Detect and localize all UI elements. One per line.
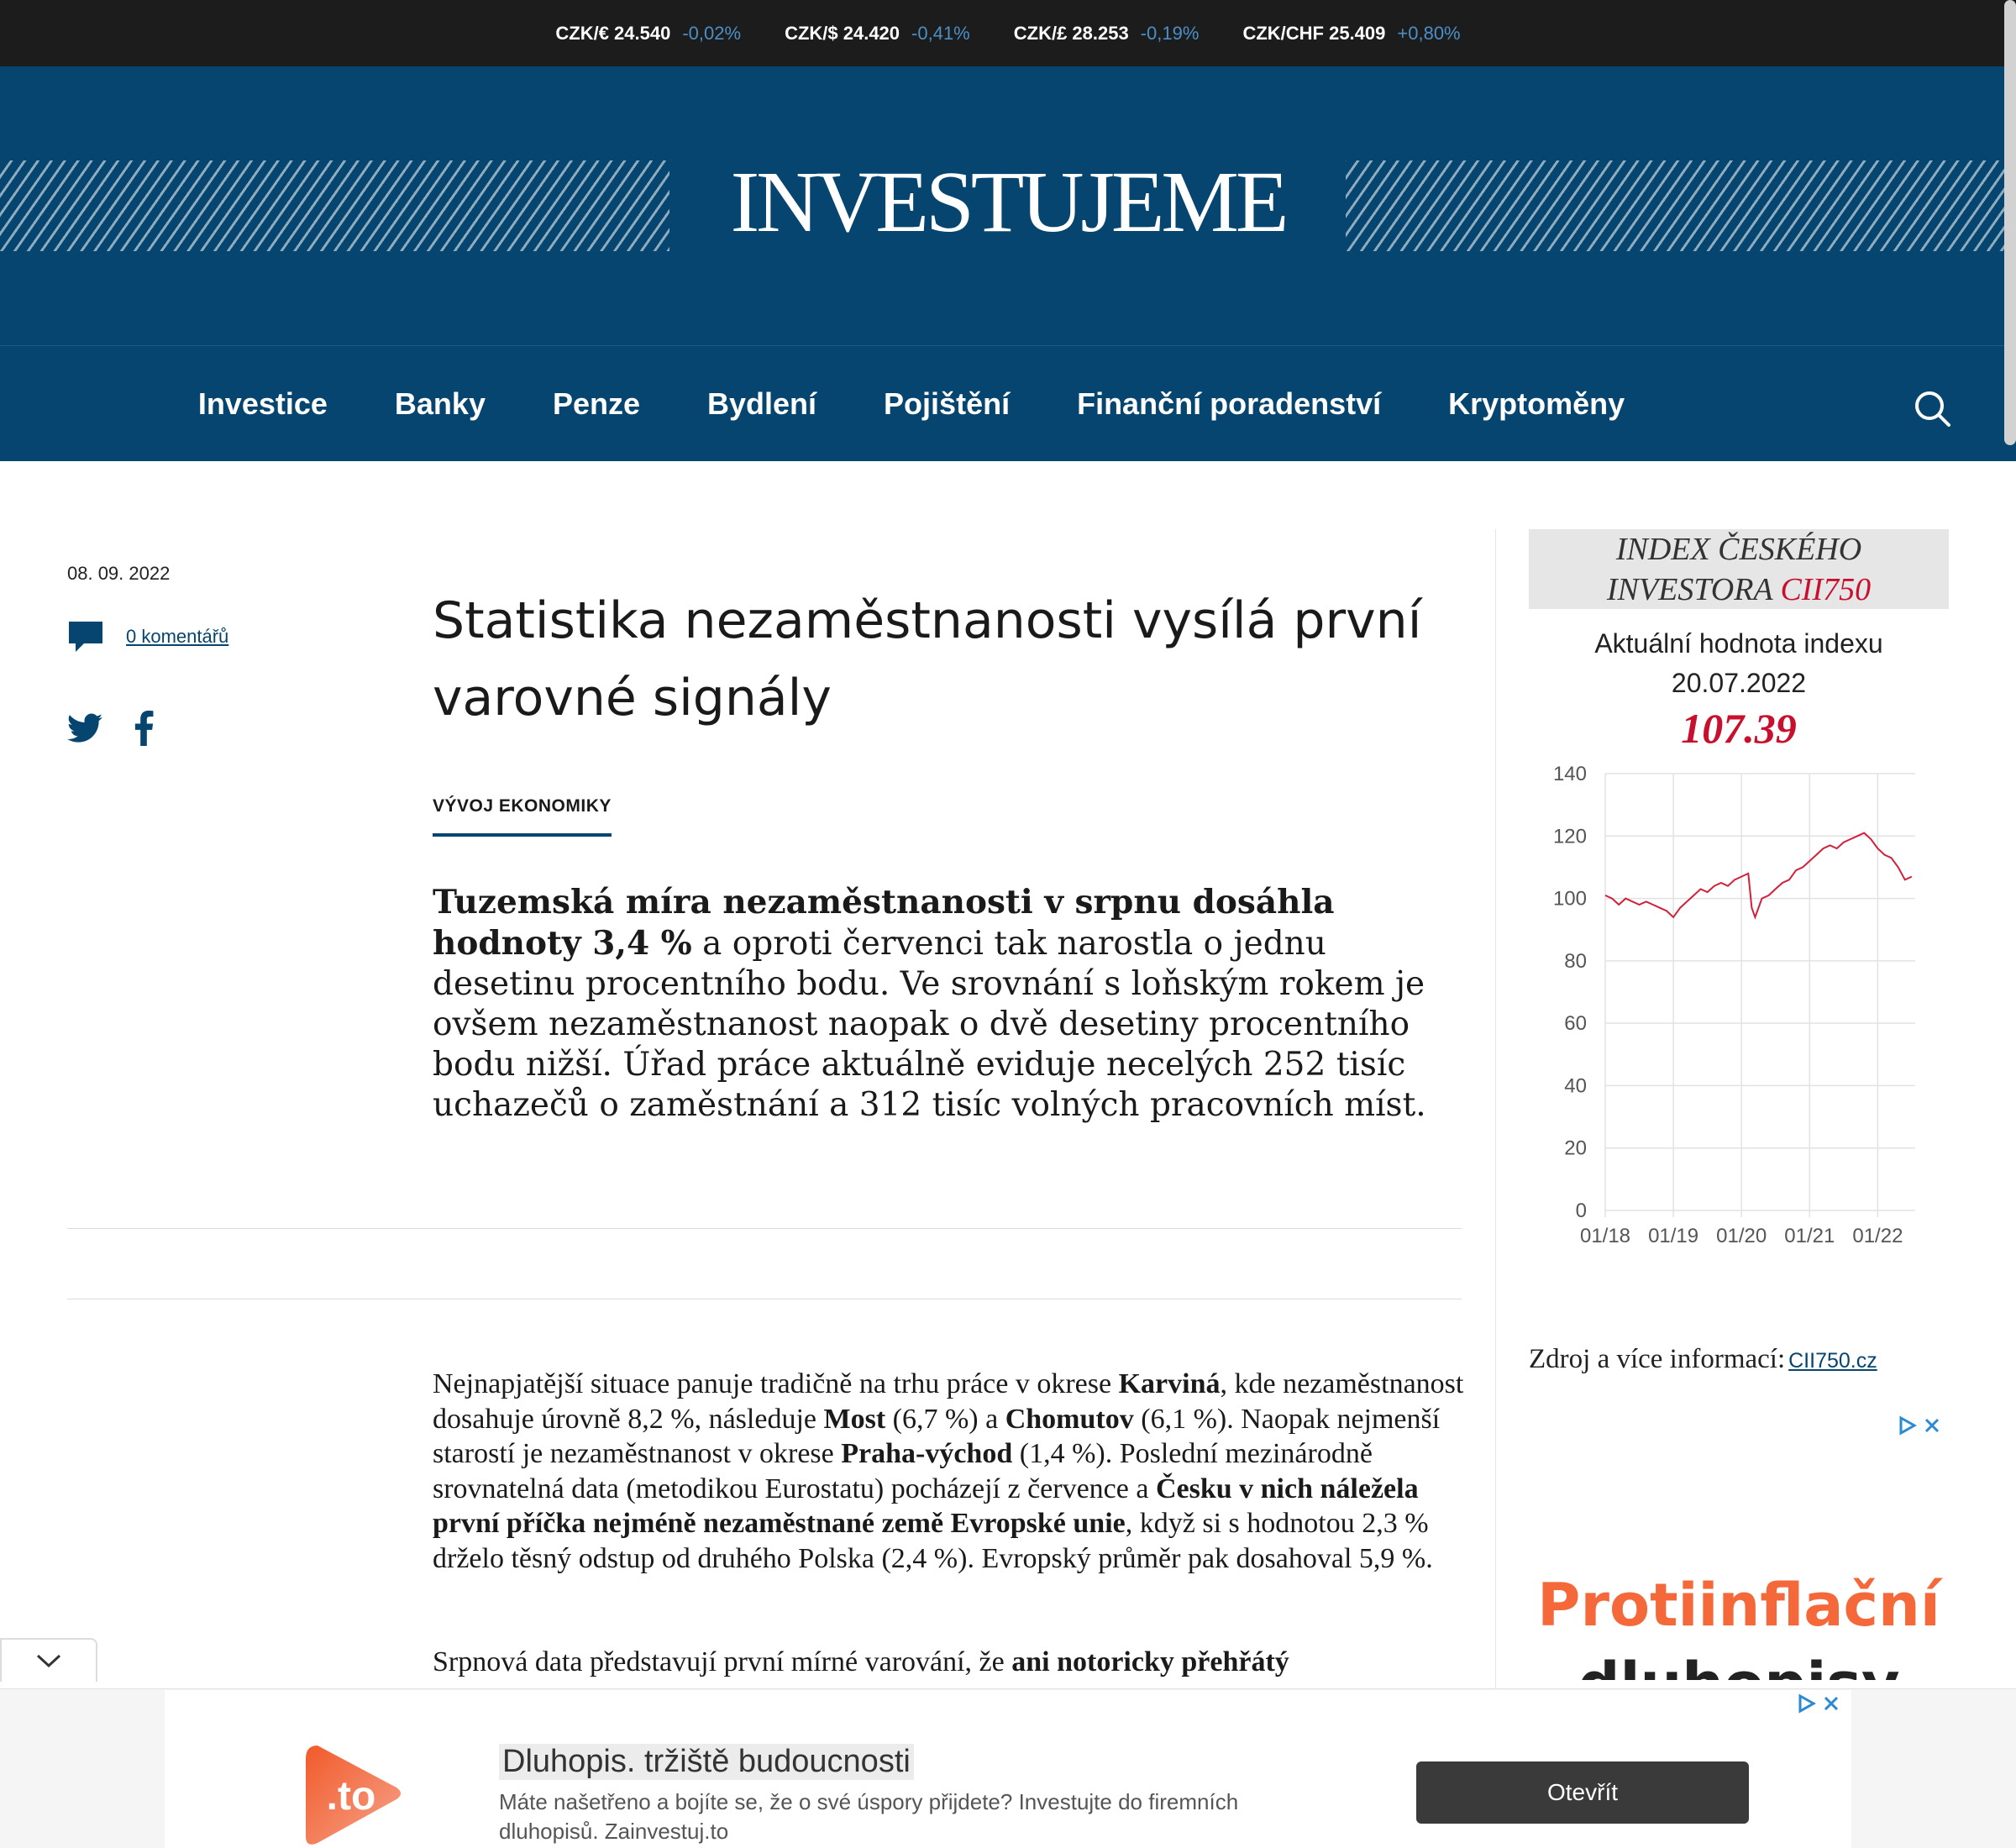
ticker-item: CZK/£ 28.253 -0,19% xyxy=(1014,23,1200,45)
nav-item-pojisteni[interactable]: Pojištění xyxy=(884,386,1010,422)
article-category[interactable]: VÝVOJ EKONOMIKY xyxy=(433,796,612,837)
index-title-line: INVESTORA CII750 xyxy=(1529,570,1949,610)
adchoices-icon[interactable] xyxy=(1798,1693,1816,1714)
nav-item-banky[interactable]: Banky xyxy=(395,386,486,422)
chart-y-tick-label: 80 xyxy=(1564,950,1587,973)
collapse-ad-button[interactable] xyxy=(0,1638,97,1682)
index-current-value: 107.39 xyxy=(1681,705,1797,752)
article-paragraph: Nejnapjatější situace panuje tradičně na… xyxy=(433,1367,1466,1576)
chart-y-tick-label: 60 xyxy=(1564,1012,1587,1035)
chevron-down-icon xyxy=(36,1654,61,1668)
nav-item-kryptomeny[interactable]: Kryptoměny xyxy=(1448,386,1625,422)
chart-x-tick-label: 01/22 xyxy=(1852,1225,1903,1247)
text-run-bold: Praha-východ xyxy=(841,1438,1013,1469)
main-navigation: Investice Banky Penze Bydlení Pojištění … xyxy=(0,345,2016,461)
column-divider xyxy=(1495,529,1496,1848)
sidebar-ad-headline[interactable]: Protiinflační xyxy=(1529,1571,1949,1640)
chart-y-tick-label: 120 xyxy=(1553,825,1587,848)
ticker-pair: CZK/£ 28.253 xyxy=(1013,22,1129,44)
ticker-change: +0,80% xyxy=(1397,22,1461,44)
text-run: Nejnapjatější situace panuje tradičně na… xyxy=(433,1368,1119,1399)
site-logo[interactable]: INVESTUJEME xyxy=(0,159,2016,246)
chart-y-tick-label: 100 xyxy=(1553,888,1587,911)
comment-icon xyxy=(69,622,102,652)
ticker-change: -0,41% xyxy=(911,22,970,44)
index-current-label: Aktuální hodnota indexu xyxy=(1594,628,1883,659)
masthead: INVESTUJEME xyxy=(0,66,2016,345)
comments-link-group[interactable]: 0 komentářů xyxy=(67,620,228,654)
nav-item-penze[interactable]: Penze xyxy=(553,386,640,422)
chart-y-tick-label: 140 xyxy=(1553,763,1587,785)
index-title-text: INVESTORA xyxy=(1606,572,1781,607)
text-run-bold: Karviná xyxy=(1118,1368,1221,1399)
text-run: (6,7 %) a xyxy=(885,1403,1005,1435)
currency-ticker: CZK/€ 24.540 -0,02% CZK/$ 24.420 -0,41% … xyxy=(0,0,2016,66)
advertiser-logo[interactable]: .to xyxy=(302,1739,403,1848)
ticker-pair: CZK/$ 24.420 xyxy=(785,22,900,44)
chart-y-tick-label: 40 xyxy=(1564,1074,1587,1097)
text-run-bold: ani notoricky přehřátý xyxy=(1011,1646,1289,1677)
ad-open-button[interactable]: Otevřít xyxy=(1416,1761,1749,1824)
index-widget-header: INDEX ČESKÉHO INVESTORA CII750 xyxy=(1529,529,1949,609)
twitter-icon[interactable] xyxy=(67,713,102,743)
search-icon[interactable] xyxy=(1912,388,1952,428)
nav-item-investice[interactable]: Investice xyxy=(198,386,328,422)
index-chart: 0 20 40 60 80 100 120 140 01/18 01/19 01/20 01/21 01… xyxy=(1553,763,1915,1247)
chart-x-tick-label: 01/21 xyxy=(1784,1225,1835,1247)
ticker-item: CZK/CHF 25.409 +0,80% xyxy=(1242,23,1460,45)
article-title: Statistika nezaměstnanosti vysílá první … xyxy=(433,591,1422,727)
chart-y-tick-label: 0 xyxy=(1576,1200,1587,1222)
source-link[interactable]: CII750.cz xyxy=(1788,1349,1877,1373)
chart-y-tick-label: 20 xyxy=(1564,1137,1587,1160)
comments-link[interactable]: 0 komentářů xyxy=(126,626,228,648)
text-run-bold: Chomutov xyxy=(1005,1403,1134,1435)
divider xyxy=(67,1228,1462,1229)
article-paragraph: Srpnová data představují první mírné var… xyxy=(433,1645,1466,1680)
adchoices-icon[interactable] xyxy=(1898,1415,1917,1436)
chart-series-line xyxy=(1604,832,1913,920)
chart-x-tick-label: 01/18 xyxy=(1580,1225,1630,1247)
close-icon[interactable] xyxy=(1823,1695,1840,1712)
article-lead: Tuzemská míra nezaměstnanosti v srpnu do… xyxy=(433,882,1466,1126)
nav-item-financni-poradenstvi[interactable]: Finanční poradenství xyxy=(1077,386,1381,422)
ad-choices[interactable] xyxy=(1798,1693,1840,1714)
ticker-item: CZK/$ 24.420 -0,41% xyxy=(785,23,970,45)
ad-choices[interactable] xyxy=(1898,1415,1940,1436)
ticker-item: CZK/€ 24.540 -0,02% xyxy=(555,23,741,45)
chart-x-tick-label: 01/19 xyxy=(1648,1225,1698,1247)
index-current-date: 20.07.2022 xyxy=(1671,668,1807,698)
index-title-line: INDEX ČESKÉHO xyxy=(1615,532,1862,567)
text-run: Srpnová data představují první mírné var… xyxy=(433,1646,1012,1677)
advertiser-logo-text: .to xyxy=(327,1774,376,1819)
nav-item-bydleni[interactable]: Bydlení xyxy=(707,386,816,422)
ticker-pair: CZK/€ 24.540 xyxy=(555,22,671,44)
source-line: Zdroj a více informací: CII750.cz xyxy=(1529,1344,1877,1375)
facebook-icon[interactable] xyxy=(133,711,155,746)
scrollbar[interactable] xyxy=(2004,0,2016,445)
share-buttons xyxy=(67,711,155,746)
close-icon[interactable] xyxy=(1924,1417,1940,1434)
index-code: CII750 xyxy=(1780,572,1872,607)
ticker-change: -0,02% xyxy=(682,22,742,44)
ticker-pair: CZK/CHF 25.409 xyxy=(1242,22,1386,44)
ad-description: Máte našetřeno a bojíte se, že o své úsp… xyxy=(499,1789,1239,1844)
chart-x-tick-label: 01/20 xyxy=(1716,1225,1767,1247)
article-date: 08. 09. 2022 xyxy=(67,563,171,584)
sidebar-ad-subline[interactable]: dluhopisy xyxy=(1529,1646,1949,1680)
ad-title[interactable]: Dluhopis. tržiště budoucnosti xyxy=(499,1744,914,1780)
ticker-change: -0,19% xyxy=(1140,22,1200,44)
text-run-bold: Most xyxy=(823,1403,886,1435)
source-label: Zdroj a více informací: xyxy=(1529,1344,1786,1374)
